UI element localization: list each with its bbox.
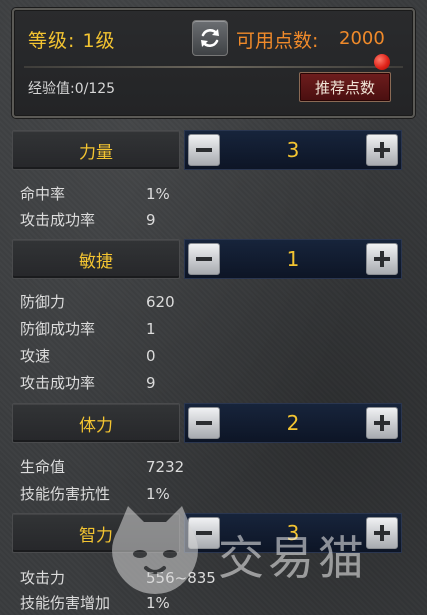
level-text: 等级: 1级 [28,30,116,52]
stat-name-stamina: 体力 [12,403,180,443]
plus-icon [374,142,390,158]
minus-icon [196,148,212,152]
stat-detail-label: 攻击成功率 [20,211,96,229]
stat-row-strength: 力量 3 [12,130,402,170]
stat-detail-value: 0 [146,347,156,365]
header-divider [24,66,403,68]
decrease-intelligence-button[interactable] [188,517,220,549]
decrease-agility-button[interactable] [188,243,220,275]
plus-icon [374,415,390,431]
stat-detail: 防御力 620 [20,291,175,312]
stat-stepper-agility: 1 [184,239,402,279]
increase-agility-button[interactable] [366,243,398,275]
stat-stepper-stamina: 2 [184,403,402,443]
stat-name-strength: 力量 [12,130,180,170]
refresh-icon [201,29,219,47]
stat-detail-value: 1 [146,320,156,338]
stat-detail-label: 技能伤害抗性 [20,485,111,503]
increase-stamina-button[interactable] [366,407,398,439]
stat-stepper-intelligence: 3 [184,513,402,553]
stat-row-agility: 敏捷 1 [12,239,402,279]
stat-row-intelligence: 智力 3 [12,513,402,553]
stat-name-agility: 敏捷 [12,239,180,279]
stat-detail-value: 7232 [146,458,185,476]
stat-detail-value: 1% [146,594,170,612]
stat-detail-value: 1% [146,185,170,203]
stat-detail: 攻击力 556~835 [20,567,216,588]
stat-name-intelligence: 智力 [12,513,180,553]
recommend-points-button[interactable]: 推荐点数 [299,72,391,102]
available-points-value: 2000 [339,28,385,49]
stat-detail: 防御成功率 1 [20,318,156,339]
stat-value-intelligence: 3 [286,521,300,545]
notification-dot [374,54,390,70]
stat-stepper-strength: 3 [184,130,402,170]
stat-detail-label: 技能伤害增加 [20,594,111,612]
decrease-stamina-button[interactable] [188,407,220,439]
stat-detail-label: 攻击成功率 [20,374,96,392]
stat-detail-label: 防御力 [20,293,66,311]
stat-detail: 攻击成功率 9 [20,209,156,230]
stat-detail-value: 9 [146,211,156,229]
plus-icon [374,251,390,267]
stat-detail-label: 攻速 [20,347,51,365]
decrease-strength-button[interactable] [188,134,220,166]
stat-detail: 命中率 1% [20,183,170,204]
stat-detail-value: 620 [146,293,175,311]
minus-icon [196,531,212,535]
stat-detail-label: 攻击力 [20,569,66,587]
stat-detail-value: 556~835 [146,569,216,587]
recommend-points-label: 推荐点数 [314,78,375,97]
refresh-button[interactable] [192,20,228,56]
plus-icon [374,525,390,541]
increase-strength-button[interactable] [366,134,398,166]
increase-intelligence-button[interactable] [366,517,398,549]
minus-icon [196,257,212,261]
stat-detail-label: 命中率 [20,185,66,203]
stat-detail-value: 1% [146,485,170,503]
character-info-panel: 等级: 1级 可用点数: 2000 经验值:0/125 推荐点数 [12,8,415,118]
experience-text: 经验值:0/125 [28,81,116,97]
stat-value-agility: 1 [286,247,300,271]
stat-detail-label: 生命值 [20,458,66,476]
stat-detail-label: 防御成功率 [20,320,96,338]
minus-icon [196,421,212,425]
stat-detail: 攻速 0 [20,345,156,366]
stat-detail: 技能伤害抗性 1% [20,483,170,504]
stat-detail: 攻击成功率 9 [20,372,156,393]
available-points-label: 可用点数: [236,30,319,52]
stat-detail: 技能伤害增加 1% [20,592,170,613]
stat-value-strength: 3 [286,138,300,162]
stat-value-stamina: 2 [286,411,300,435]
stat-row-stamina: 体力 2 [12,403,402,443]
stat-detail-value: 9 [146,374,156,392]
stat-detail: 生命值 7232 [20,456,184,477]
